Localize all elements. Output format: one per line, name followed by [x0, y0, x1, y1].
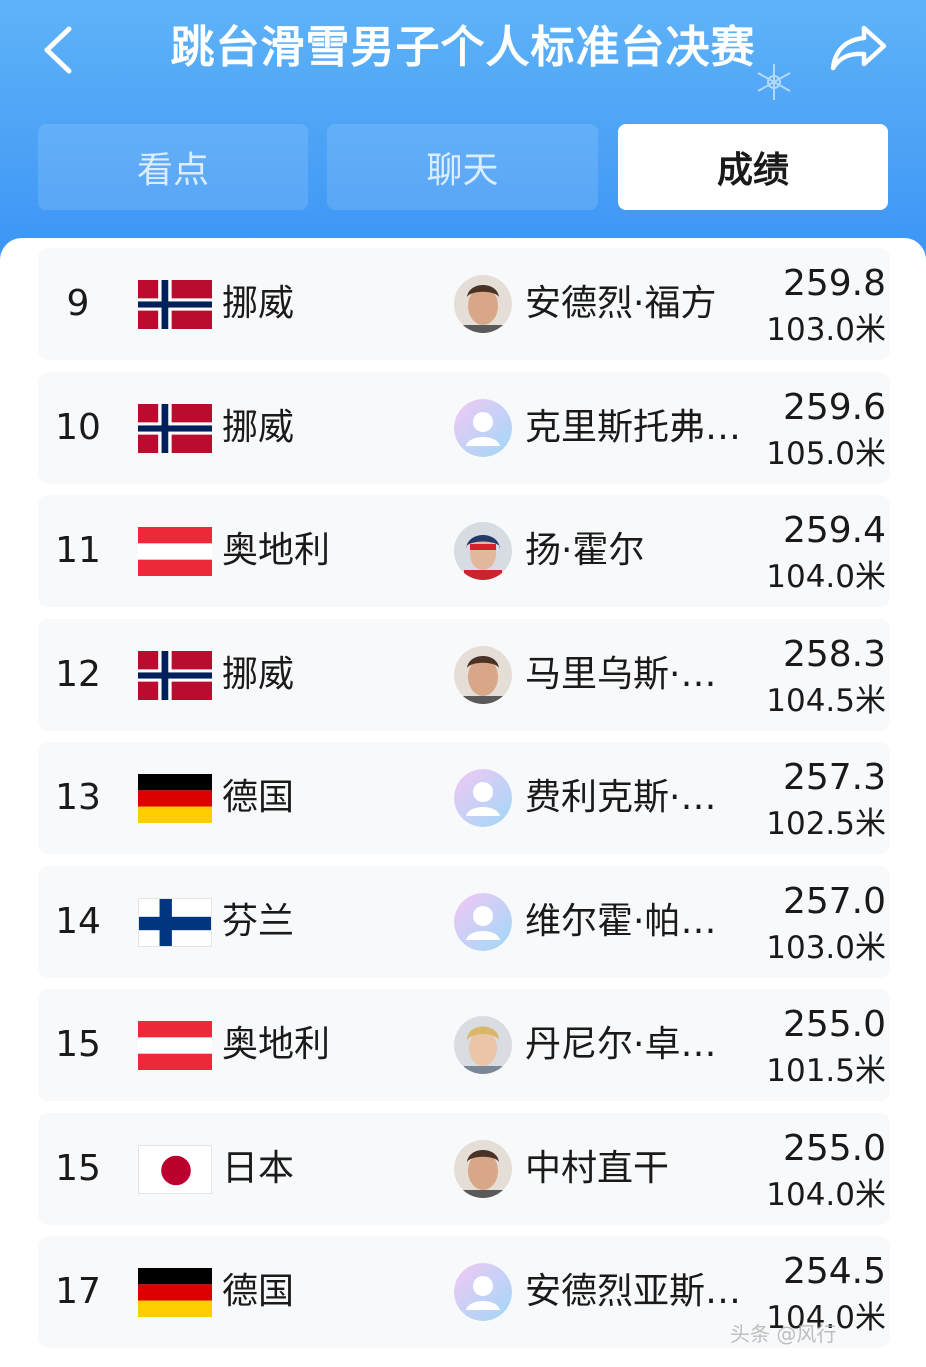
- tab-highlights[interactable]: 看点: [38, 124, 308, 210]
- rank-number: 14: [55, 900, 101, 942]
- flag-austria-icon: [138, 527, 212, 576]
- athlete-name[interactable]: 克里斯托弗…: [525, 372, 755, 484]
- total-score: 259.4: [782, 510, 886, 551]
- country-name: 芬兰: [222, 900, 295, 942]
- athlete-name[interactable]: 安德烈·福方: [525, 248, 755, 360]
- jump-distance: 104.5米: [766, 682, 886, 719]
- snowflake-icon: [757, 64, 791, 100]
- total-score: 254.5: [782, 1251, 886, 1292]
- result-row[interactable]: 13 德国 费利克斯·… 257.3 102.5米: [38, 742, 890, 854]
- jump-distance: 103.0米: [766, 312, 886, 348]
- athlete-name[interactable]: 安德烈亚斯…: [525, 1236, 755, 1348]
- flag-finland-icon: [138, 897, 212, 947]
- country-name: 奥地利: [222, 1024, 331, 1065]
- athlete-name[interactable]: 费利克斯·…: [525, 742, 755, 854]
- jump-distance: 103.0米: [766, 929, 886, 966]
- athlete-name[interactable]: 马里乌斯·…: [525, 619, 755, 731]
- athlete-name[interactable]: 中村直干: [525, 1113, 755, 1225]
- total-score: 257.3: [782, 757, 886, 798]
- rank-number: 15: [55, 1024, 101, 1065]
- athlete-avatar[interactable]: [454, 645, 512, 704]
- athlete-avatar[interactable]: [454, 1263, 512, 1321]
- rank-number: 10: [55, 406, 101, 448]
- flag-norway-icon: [138, 280, 212, 329]
- rank-number: 15: [55, 1147, 101, 1189]
- athlete-avatar[interactable]: [454, 1016, 512, 1074]
- page-title: 跳台滑雪男子个人标准台决赛: [170, 22, 756, 73]
- jump-distance: 105.0米: [766, 435, 886, 472]
- country-name: 日本: [222, 1147, 295, 1189]
- results-panel: 9 挪威 安德烈·福方 259.8 103.0米 10 挪威 克里斯托弗… 259.6 105.0…: [0, 238, 926, 1367]
- result-row[interactable]: 14 芬兰 维尔霍·帕… 257.0 103.0米: [38, 865, 890, 978]
- flag-germany-icon: [138, 1268, 212, 1317]
- tab-results[interactable]: 成绩: [618, 124, 888, 210]
- total-score: 258.3: [782, 633, 886, 675]
- flag-austria-icon: [138, 1021, 212, 1070]
- athlete-name[interactable]: 丹尼尔·卓…: [525, 989, 755, 1101]
- jump-distance: 104.0米: [766, 1176, 886, 1213]
- flag-norway-icon: [138, 403, 212, 453]
- total-score: 255.0: [782, 1127, 886, 1169]
- tab-chat[interactable]: 聊天: [327, 124, 598, 210]
- country-name: 德国: [222, 777, 295, 818]
- total-score: 259.8: [782, 263, 886, 304]
- rank-number: 17: [55, 1271, 101, 1312]
- athlete-name[interactable]: 扬·霍尔: [525, 495, 755, 607]
- back-button[interactable]: [30, 22, 86, 78]
- flag-germany-icon: [138, 774, 212, 823]
- result-row[interactable]: 10 挪威 克里斯托弗… 259.6 105.0米: [38, 371, 890, 484]
- jump-distance: 102.5米: [766, 806, 886, 842]
- total-score: 259.6: [782, 386, 886, 428]
- flag-norway-icon: [138, 650, 212, 700]
- flag-japan-icon: [138, 1144, 212, 1194]
- result-row[interactable]: 15 奥地利 丹尼尔·卓… 255.0 101.5米: [38, 989, 890, 1101]
- watermark: 头条 @风行: [730, 1322, 837, 1346]
- result-row[interactable]: 15 日本 中村直干 255.0 104.0米: [38, 1112, 890, 1225]
- result-row[interactable]: 12 挪威 马里乌斯·… 258.3 104.5米: [38, 618, 890, 731]
- header-bar: 跳台滑雪男子个人标准台决赛 看点 聊天 成绩: [0, 0, 926, 262]
- country-name: 德国: [222, 1271, 295, 1312]
- athlete-avatar[interactable]: [454, 769, 512, 827]
- country-name: 挪威: [222, 406, 295, 448]
- share-arrow-icon: [830, 25, 887, 71]
- jump-distance: 101.5米: [766, 1053, 886, 1089]
- athlete-avatar[interactable]: [454, 398, 512, 457]
- total-score: 255.0: [782, 1004, 886, 1045]
- athlete-avatar[interactable]: [454, 275, 512, 333]
- athlete-avatar[interactable]: [454, 892, 512, 951]
- athlete-name[interactable]: 维尔霍·帕…: [525, 866, 755, 978]
- athlete-avatar[interactable]: [454, 1139, 512, 1198]
- country-name: 挪威: [222, 283, 295, 324]
- share-button[interactable]: [826, 18, 890, 78]
- jump-distance: 104.0米: [766, 559, 886, 595]
- rank-number: 13: [55, 777, 101, 818]
- chevron-left-icon: [44, 26, 72, 74]
- rank-number: 9: [66, 283, 90, 324]
- rank-number: 12: [55, 653, 101, 695]
- country-name: 奥地利: [222, 530, 331, 571]
- rank-number: 11: [55, 530, 101, 571]
- athlete-avatar[interactable]: [454, 522, 512, 580]
- result-row[interactable]: 11 奥地利 扬·霍尔 259.4 104.0米: [38, 495, 890, 607]
- total-score: 257.0: [782, 880, 886, 922]
- result-row[interactable]: 9 挪威 安德烈·福方 259.8 103.0米: [38, 248, 890, 360]
- country-name: 挪威: [222, 653, 295, 695]
